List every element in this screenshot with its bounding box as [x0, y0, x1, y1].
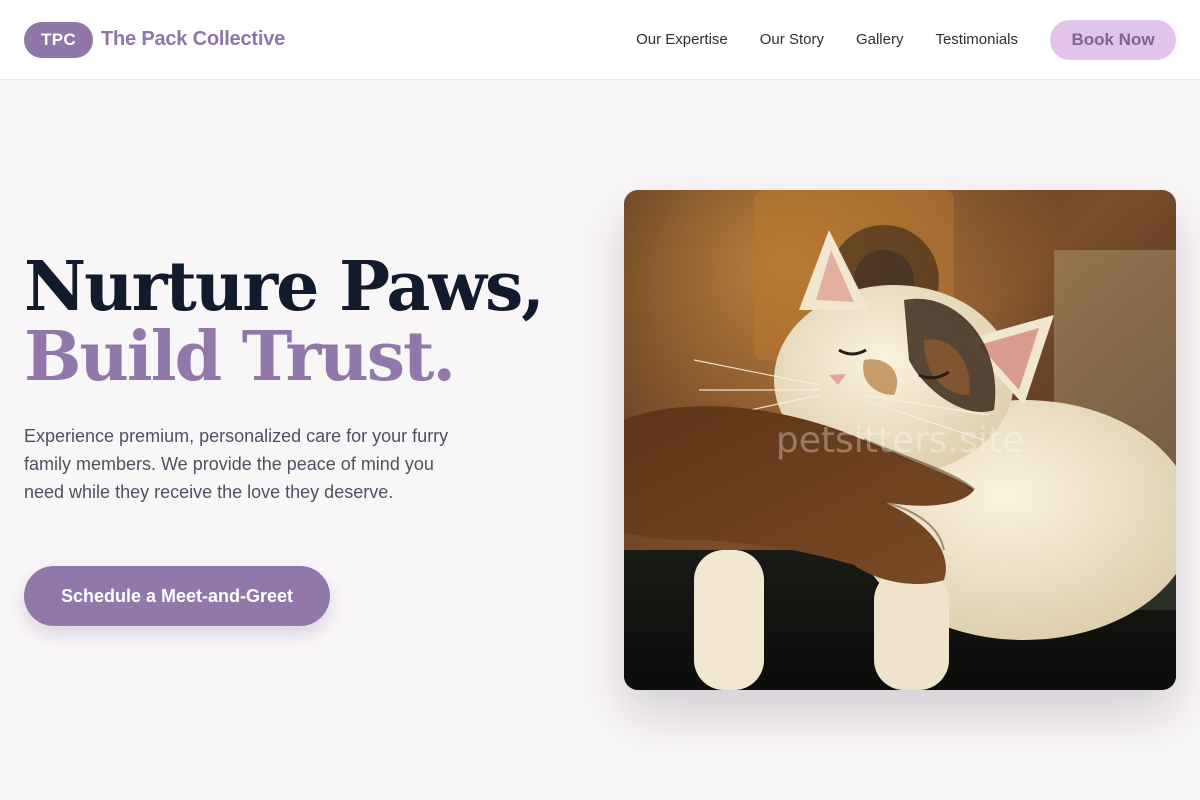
nav-link-our-story[interactable]: Our Story	[760, 31, 824, 48]
hero-description: Experience premium, personalized care fo…	[24, 426, 449, 502]
hero-photo: petsitters.site	[624, 190, 1176, 690]
nav-link-gallery[interactable]: Gallery	[856, 31, 904, 48]
logo-badge[interactable]: TPC	[24, 21, 93, 58]
book-now-button[interactable]: Book Now	[1050, 19, 1176, 60]
hero-title: Nurture Paws, Build Trust.	[24, 247, 545, 397]
hero-title-line-2: Build Trust.	[24, 317, 456, 397]
brand-logo[interactable]: TPC The Pack Collective	[24, 21, 285, 58]
schedule-meet-and-greet-button[interactable]: Schedule a Meet-and-Greet	[24, 566, 330, 626]
nav-link-our-expertise[interactable]: Our Expertise	[636, 31, 728, 48]
main-nav: Our Expertise Our Story Gallery Testimon…	[636, 19, 1176, 60]
brand-name[interactable]: The Pack Collective	[101, 28, 285, 51]
hero-title-line-1: Nurture Paws,	[24, 247, 545, 327]
nav-link-testimonials[interactable]: Testimonials	[935, 31, 1018, 48]
cat-photo-illustration	[624, 190, 1176, 690]
site-header: TPC The Pack Collective Our Expertise Ou…	[0, 0, 1200, 80]
